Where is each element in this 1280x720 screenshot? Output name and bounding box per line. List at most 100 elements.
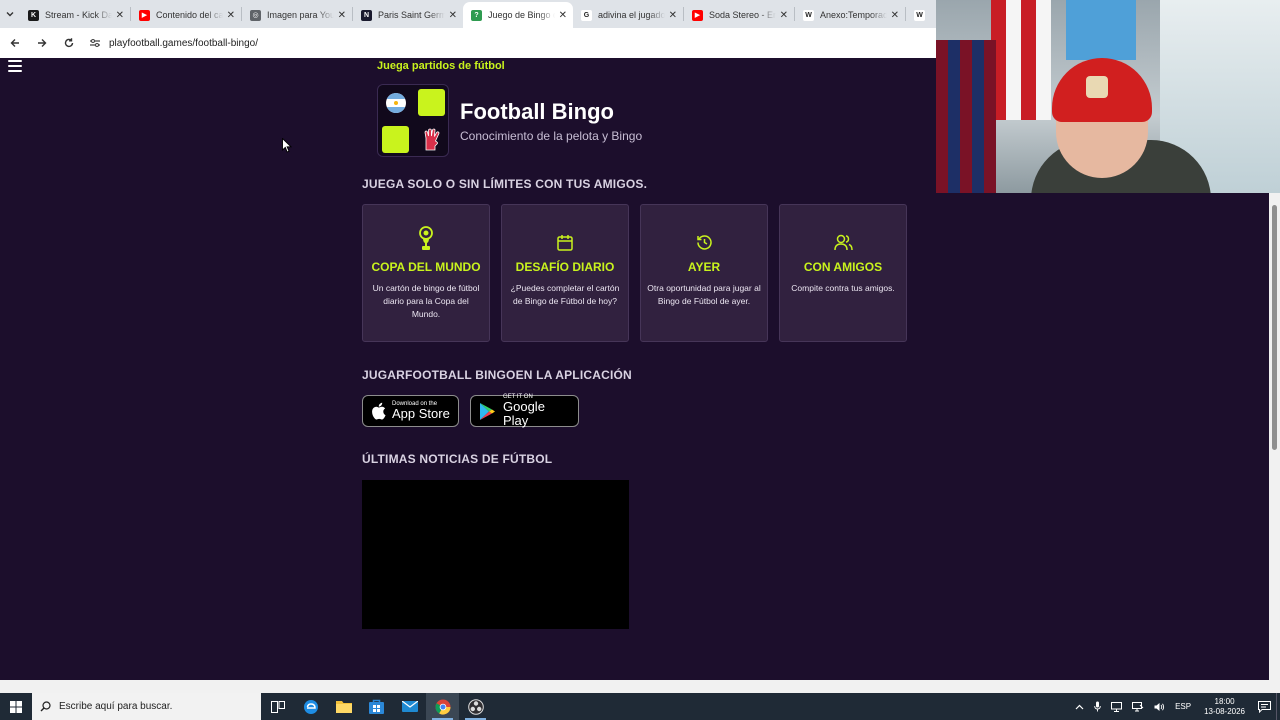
forward-icon[interactable] bbox=[30, 31, 54, 55]
browser-tab[interactable]: Gadivina el jugador ✕ bbox=[573, 2, 683, 28]
search-icon bbox=[40, 701, 51, 712]
tab-title: Soda Stereo - En bbox=[709, 10, 776, 20]
game-mode-cards: COPA DEL MUNDO Un cartón de bingo de fút… bbox=[362, 204, 907, 342]
site-settings-icon[interactable] bbox=[89, 38, 101, 48]
tab-close-icon[interactable]: ✕ bbox=[227, 10, 235, 21]
taskbar-search-box[interactable]: Escribe aquí para buscar. bbox=[32, 693, 261, 720]
tab-close-icon[interactable]: ✕ bbox=[559, 10, 567, 21]
notifications-icon[interactable] bbox=[1258, 700, 1271, 713]
tray-chevron-icon[interactable] bbox=[1075, 704, 1084, 710]
card-description: Otra oportunidad para jugar al Bingo de … bbox=[647, 283, 761, 307]
card-title: COPA DEL MUNDO bbox=[371, 260, 481, 274]
apple-icon bbox=[371, 402, 386, 420]
tab-favicon-icon: G bbox=[581, 9, 592, 21]
browser-tab[interactable]: ▶ Contenido del canal ✕ bbox=[131, 2, 241, 28]
taskbar-search-placeholder: Escribe aquí para buscar. bbox=[59, 701, 173, 712]
tab-close-icon[interactable]: ✕ bbox=[116, 10, 124, 21]
users-icon bbox=[833, 225, 853, 251]
history-icon bbox=[696, 225, 713, 251]
file-explorer-icon[interactable] bbox=[327, 693, 360, 720]
task-view-icon[interactable] bbox=[261, 693, 294, 720]
language-indicator[interactable]: ESP bbox=[1175, 702, 1191, 711]
reload-icon[interactable] bbox=[57, 31, 81, 55]
tab-title: Anexo:Temporada bbox=[820, 10, 887, 20]
chrome-icon[interactable] bbox=[426, 693, 459, 720]
obs-icon[interactable] bbox=[459, 693, 492, 720]
tab-close-icon[interactable]: ✕ bbox=[338, 10, 346, 21]
tab-title: Imagen para YouTube bbox=[267, 10, 334, 20]
tab-strip: K Stream - Kick Dash ✕ ▶ Contenido del canal… bbox=[0, 0, 936, 28]
trophy-icon bbox=[417, 225, 435, 251]
app-store-button[interactable]: Download on the App Store bbox=[362, 395, 459, 427]
clock-date: 13-08-2026 bbox=[1204, 706, 1245, 716]
browser-tab[interactable]: K Stream - Kick Dash ✕ bbox=[20, 2, 130, 28]
card-title: AYER bbox=[687, 260, 721, 274]
browser-tab[interactable]: ◎ Imagen para YouTube ✕ bbox=[242, 2, 352, 28]
news-heading: ÚLTIMAS NOTICIAS DE FÚTBOL bbox=[362, 452, 553, 466]
tab-title: Paris Saint Germain bbox=[378, 10, 445, 20]
microphone-icon[interactable] bbox=[1094, 701, 1101, 712]
tab-favicon-icon: ▶ bbox=[692, 9, 703, 21]
tab-favicon-icon: ◎ bbox=[250, 9, 261, 21]
scrollbar-thumb[interactable] bbox=[1272, 205, 1277, 450]
volume-icon[interactable] bbox=[1154, 702, 1165, 712]
football-bingo-logo[interactable] bbox=[377, 84, 449, 157]
tab-close-icon[interactable]: ✕ bbox=[669, 10, 677, 21]
brand-subtitle: Conocimiento de la pelota y Bingo bbox=[460, 129, 643, 143]
tab-favicon-icon: ? bbox=[471, 9, 482, 21]
card-title: CON AMIGOS bbox=[803, 260, 883, 274]
card-description: ¿Puedes completar el cartón de Bingo de … bbox=[510, 283, 620, 307]
browser-tab[interactable]: W Anexo:Temporada ✕ bbox=[795, 2, 905, 28]
tab-close-icon[interactable]: ✕ bbox=[449, 10, 457, 21]
card-world-cup[interactable]: COPA DEL MUNDO Un cartón de bingo de fút… bbox=[362, 204, 490, 342]
kicker-text: Juega partidos de fútbol bbox=[377, 60, 505, 72]
tab-favicon-icon: N bbox=[361, 9, 372, 21]
tab-close-icon[interactable]: ✕ bbox=[780, 10, 788, 21]
tab-search-chevron-icon[interactable] bbox=[0, 0, 20, 28]
google-play-button[interactable]: GET IT ON Google Play bbox=[470, 394, 579, 428]
tab-close-icon[interactable]: ✕ bbox=[891, 10, 899, 21]
network-icon[interactable] bbox=[1132, 701, 1144, 712]
bingo-square bbox=[382, 126, 409, 153]
browser-tab[interactable]: WAr bbox=[906, 2, 936, 28]
back-icon[interactable] bbox=[3, 31, 27, 55]
goalkeeper-glove-icon bbox=[418, 126, 445, 153]
card-with-friends[interactable]: CON AMIGOS Compite contra tus amigos. bbox=[779, 204, 907, 342]
card-description: Compite contra tus amigos. bbox=[791, 283, 895, 293]
news-video-player[interactable] bbox=[362, 480, 629, 629]
app-heading: JUGARFOOTBALL BINGOEN LA APLICACIÓN bbox=[362, 368, 632, 382]
tab-title: Contenido del canal bbox=[156, 10, 223, 20]
webcam-overlay bbox=[936, 0, 1280, 193]
windows-taskbar: Escribe aquí para buscar. ESP 18:00 13-0… bbox=[0, 693, 1280, 720]
url-text[interactable]: playfootball.games/football-bingo/ bbox=[109, 38, 258, 49]
clock[interactable]: 18:00 13-08-2026 bbox=[1204, 697, 1245, 717]
tab-favicon-icon: ▶ bbox=[139, 9, 150, 21]
tab-favicon-icon: K bbox=[28, 9, 39, 21]
vertical-scrollbar[interactable] bbox=[1269, 193, 1280, 680]
bingo-square bbox=[418, 89, 445, 116]
card-daily-challenge[interactable]: DESAFÍO DIARIO ¿Puedes completar el cart… bbox=[501, 204, 629, 342]
tab-title: Juego de Bingo de bbox=[488, 10, 555, 20]
address-bar[interactable]: playfootball.games/football-bingo/ bbox=[89, 38, 258, 49]
card-description: Un cartón de bingo de fútbol diario para… bbox=[372, 283, 480, 320]
browser-tab[interactable]: ▶ Soda Stereo - En ✕ bbox=[684, 2, 794, 28]
horizontal-scrollbar[interactable] bbox=[0, 680, 1280, 693]
store-icon[interactable] bbox=[360, 693, 393, 720]
card-yesterday[interactable]: AYER Otra oportunidad para jugar al Bing… bbox=[640, 204, 768, 342]
windows-start-icon[interactable] bbox=[0, 693, 32, 720]
google-play-icon bbox=[479, 402, 496, 421]
mouse-cursor-icon bbox=[282, 137, 293, 158]
browser-tab[interactable]: ? Juego de Bingo de ✕ bbox=[463, 2, 573, 28]
browser-tab[interactable]: N Paris Saint Germain ✕ bbox=[353, 2, 463, 28]
tab-favicon-icon: W bbox=[914, 9, 925, 21]
edge-icon[interactable] bbox=[294, 693, 327, 720]
system-tray: ESP 18:00 13-08-2026 bbox=[1070, 693, 1280, 720]
card-title: DESAFÍO DIARIO bbox=[515, 260, 615, 274]
browser-toolbar: playfootball.games/football-bingo/ bbox=[0, 28, 936, 58]
app-store-label: App Store bbox=[392, 406, 450, 422]
google-play-label: Google Play bbox=[503, 399, 545, 428]
mail-icon[interactable] bbox=[393, 693, 426, 720]
monitor-icon[interactable] bbox=[1111, 701, 1123, 712]
argentina-flag-icon bbox=[382, 89, 409, 116]
menu-icon[interactable] bbox=[8, 60, 22, 72]
